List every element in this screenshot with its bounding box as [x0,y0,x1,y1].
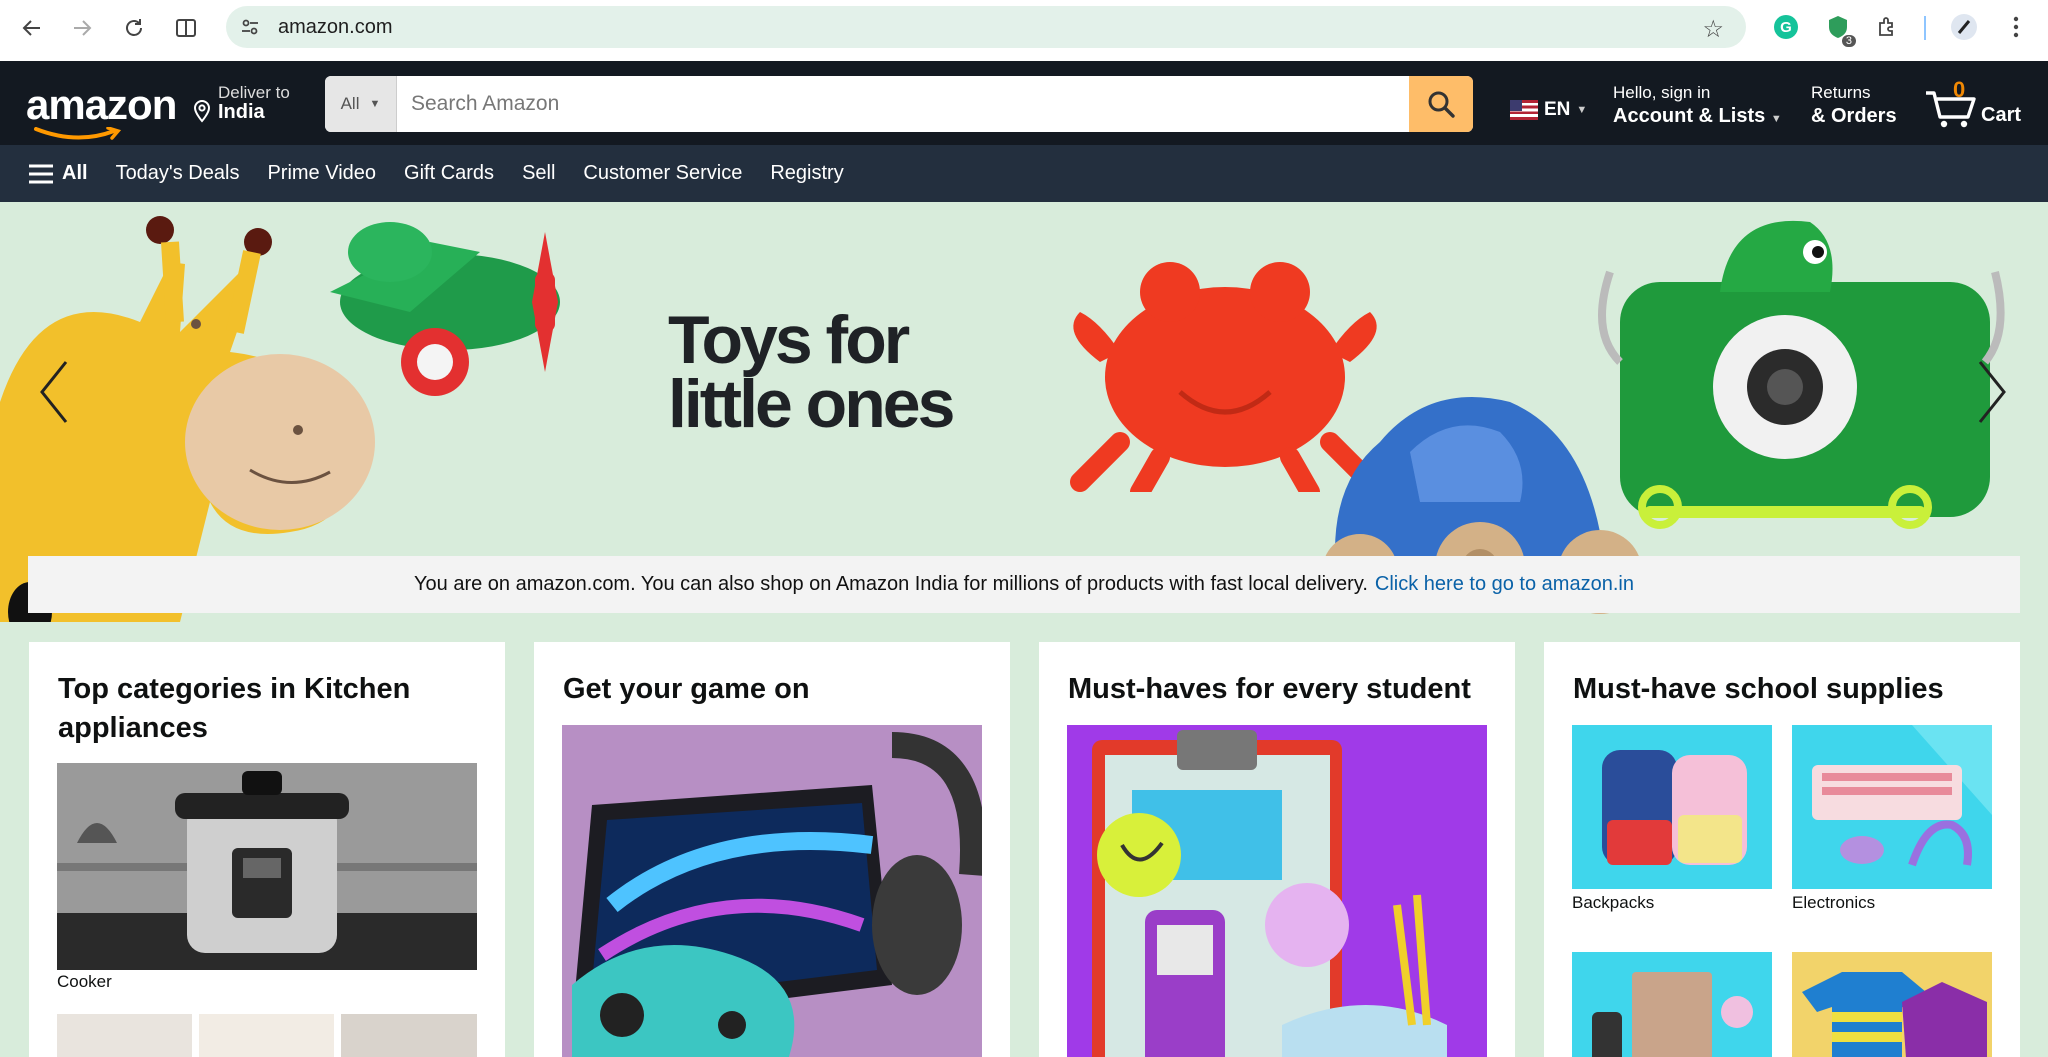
toolbar-divider [1924,16,1926,40]
cart-icon [1926,91,1976,128]
search-bar: All ▼ [325,76,1473,132]
deliver-country: India [218,101,265,123]
dinosaur-camera-toy-image [1598,220,2005,529]
backpacks-image[interactable] [1572,725,1772,889]
cart-button[interactable]: 0 Cart [1924,77,2034,131]
hero-title: Toys for little ones [668,302,955,442]
notebooks-image[interactable] [1572,952,1772,1057]
cooker-image[interactable] [57,763,477,970]
language-label: EN [1544,99,1571,120]
amazon-header: amazon Deliver to India All ▼ EN ▼ Hello… [0,61,2048,145]
url-text[interactable]: amazon.com [278,16,393,39]
split-view-icon[interactable] [170,12,202,44]
cart-count: 0 [1953,77,1966,102]
browser-menu-icon[interactable] [2002,13,2030,41]
tile-label[interactable]: Backpacks [1572,893,1654,913]
tile-label[interactable]: Cooker [57,972,112,992]
cart-label: Cart [1981,104,2022,126]
site-settings-icon[interactable] [236,13,264,41]
profile-avatar[interactable] [1950,13,1978,41]
search-category-dropdown[interactable]: All ▼ [325,76,397,132]
account-label: Account & Lists [1613,105,1766,127]
carousel-next-arrow-icon[interactable] [1972,352,2012,432]
secondary-nav: All Today's Deals Prime Video Gift Cards… [0,145,2048,202]
browser-toolbar: amazon.com ☆ G 3 [0,0,2048,61]
grammarly-extension-icon[interactable]: G [1772,13,1800,41]
card-gaming: Get your game on [534,642,1010,1057]
all-menu-label: All [62,162,88,184]
hamburger-menu-icon [29,164,53,183]
regional-notice: You are on amazon.com. You can also shop… [28,556,2020,613]
search-input[interactable] [397,76,1409,132]
back-icon[interactable] [16,12,48,44]
caret-down-icon: ▼ [1576,104,1588,116]
hero-title-line1: Toys for [668,302,910,378]
card-kitchen-appliances: Top categories in Kitchen appliances Coo… [29,642,505,1057]
forward-icon[interactable] [66,12,98,44]
search-button[interactable] [1409,76,1473,132]
regional-notice-text: You are on amazon.com. You can also shop… [414,573,1368,595]
hero-title-line2: little ones [668,366,955,442]
gaming-image[interactable] [562,725,982,1057]
nav-todays-deals[interactable]: Today's Deals [116,162,240,185]
reload-icon[interactable] [118,12,150,44]
card-school-supplies: Must-have school supplies Backpacks Elec… [1544,642,2020,1057]
address-bar[interactable]: amazon.com ☆ [226,6,1746,48]
nav-gift-cards[interactable]: Gift Cards [404,162,494,185]
nav-customer-service[interactable]: Customer Service [583,162,742,185]
card-title[interactable]: Top categories in Kitchen appliances [58,670,478,748]
kitchen-subcategory-image[interactable] [199,1014,334,1057]
caret-down-icon: ▼ [1770,113,1782,125]
clothing-image[interactable] [1792,952,1992,1057]
all-menu-button[interactable]: All [28,162,88,185]
search-icon [1428,91,1455,118]
returns-label: Returns [1811,83,1871,102]
amazon-logo-smile-icon [34,127,122,140]
nav-registry[interactable]: Registry [770,162,843,185]
card-title[interactable]: Must-have school supplies [1573,670,1993,709]
extensions-puzzle-icon[interactable] [1874,13,1902,41]
tile-label[interactable]: Electronics [1792,893,1875,913]
amazon-in-link[interactable]: Click here to go to amazon.in [1375,573,1634,596]
carousel-prev-arrow-icon[interactable] [34,352,74,432]
svg-text:G: G [1780,19,1792,36]
location-pin-icon [193,99,211,123]
orders-label: & Orders [1811,105,1897,127]
account-lists[interactable]: Hello, sign in Account & Lists ▼ [1613,83,1782,128]
card-title[interactable]: Must-haves for every student [1068,670,1488,709]
caret-down-icon: ▼ [369,98,381,110]
search-category-label: All [340,94,360,113]
nav-sell[interactable]: Sell [522,162,555,185]
student-supplies-image[interactable] [1067,725,1487,1057]
amazon-logo[interactable]: amazon [26,81,177,129]
language-selector[interactable]: EN ▼ [1510,99,1587,121]
kitchen-subcategory-image[interactable] [341,1014,477,1057]
shield-extension-icon[interactable]: 3 [1824,13,1856,47]
extension-badge: 3 [1841,35,1856,47]
card-title[interactable]: Get your game on [563,670,983,709]
bookmark-star-icon[interactable]: ☆ [1702,15,1724,44]
nav-prime-video[interactable]: Prime Video [267,162,376,185]
us-flag-icon [1510,100,1538,120]
account-greeting: Hello, sign in [1613,83,1711,102]
returns-orders[interactable]: Returns & Orders [1811,83,1897,128]
deliver-label: Deliver to [218,83,290,102]
kitchen-subcategory-image[interactable] [57,1014,192,1057]
electronics-image[interactable] [1792,725,1992,889]
airplane-toy-image [330,222,560,396]
card-student-essentials: Must-haves for every student [1039,642,1515,1057]
